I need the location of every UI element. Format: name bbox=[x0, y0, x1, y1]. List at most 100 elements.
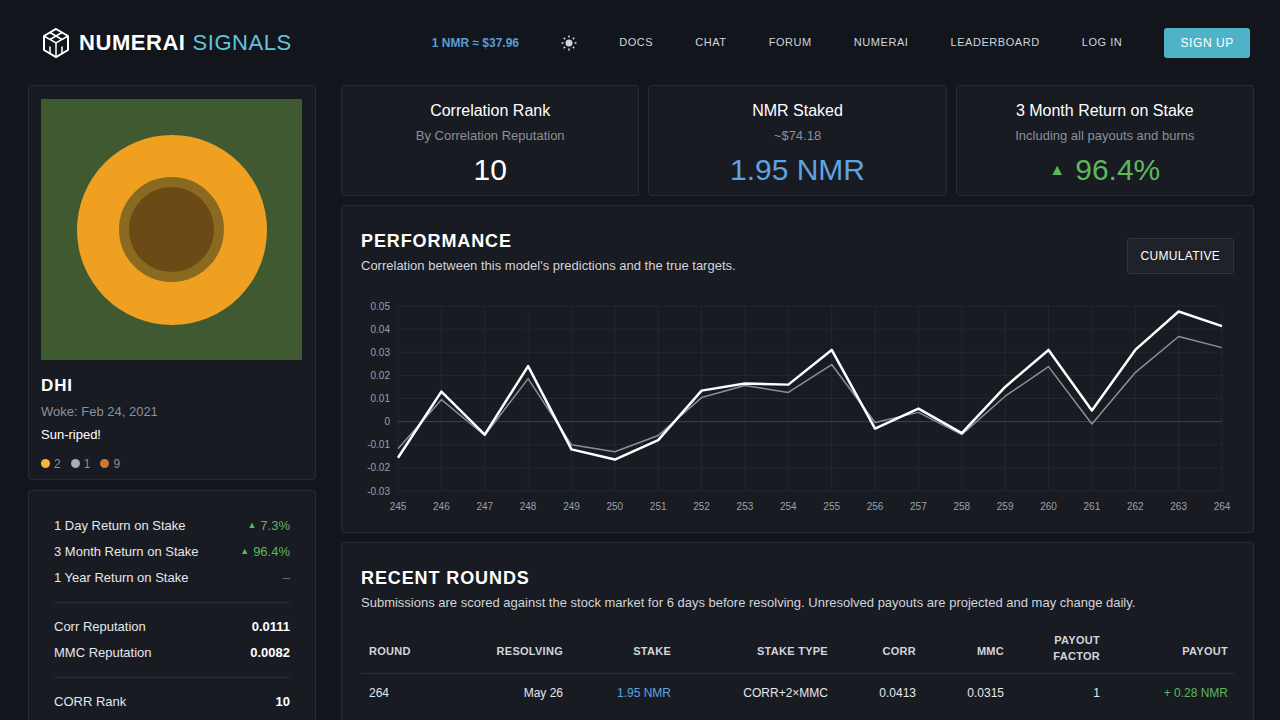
performance-header: PERFORMANCECorrelation between this mode… bbox=[361, 230, 1234, 276]
x-tick: 249 bbox=[563, 501, 580, 512]
medal-dot bbox=[100, 459, 109, 468]
theme-toggle[interactable] bbox=[561, 35, 577, 51]
x-tick: 258 bbox=[953, 501, 970, 512]
summary-subtitle: By Correlation Reputation bbox=[416, 126, 565, 146]
summary-title: NMR Staked bbox=[752, 99, 843, 123]
table-cell: 1.95 NMR bbox=[563, 680, 671, 704]
summary-value: 1.95 NMR bbox=[730, 152, 865, 188]
grid-line bbox=[398, 305, 1222, 306]
table-cell: May 26 bbox=[441, 680, 563, 704]
summary-subtitle: ~$74.18 bbox=[774, 126, 821, 146]
y-tick: 0.04 bbox=[371, 323, 391, 334]
nav-link[interactable]: NUMERAI bbox=[854, 34, 909, 51]
recent-rounds-title: RECENT ROUNDS bbox=[361, 567, 1234, 589]
grid-line bbox=[398, 421, 1222, 422]
column-header: PAYOUT FACTOR bbox=[1004, 632, 1100, 668]
medal-count: 2 bbox=[54, 455, 61, 473]
signup-button[interactable]: SIGN UP bbox=[1164, 28, 1250, 58]
up-arrow-icon: ▲ bbox=[240, 545, 249, 559]
nav-link[interactable]: CHAT bbox=[695, 34, 726, 51]
column-header: CORR bbox=[828, 638, 916, 662]
x-tick: 259 bbox=[997, 501, 1014, 512]
profile-card: DHIWoke: Feb 24, 2021Sun-riped!219 bbox=[28, 85, 316, 480]
grid-line bbox=[398, 490, 1222, 491]
logo-icon bbox=[40, 27, 72, 59]
sun-icon[interactable] bbox=[561, 35, 577, 51]
x-tick: 253 bbox=[737, 501, 754, 512]
cumulative-button[interactable]: CUMULATIVE bbox=[1127, 238, 1234, 274]
summary-value-wrap: 10 bbox=[473, 152, 506, 188]
nav-link[interactable]: LEADERBOARD bbox=[950, 34, 1039, 51]
stat-value: 0.0082 bbox=[250, 643, 290, 663]
grid-line bbox=[398, 467, 1222, 468]
grid-line bbox=[398, 328, 1222, 329]
medal-dot bbox=[41, 459, 50, 468]
column-label: STAKE bbox=[633, 643, 671, 660]
x-tick: 256 bbox=[867, 501, 884, 512]
cell-value: 0.0315 bbox=[967, 686, 1004, 700]
stat-label: CORR Rank bbox=[54, 692, 126, 712]
logo-secondary: SIGNALS bbox=[193, 26, 292, 59]
summary-value-wrap: 1.95 NMR bbox=[730, 152, 865, 188]
grid-line bbox=[398, 444, 1222, 445]
up-arrow-icon: ▲ bbox=[1049, 158, 1065, 182]
table-cell: 0.0315 bbox=[916, 680, 1004, 704]
cell-value: May 26 bbox=[524, 686, 563, 700]
summary-value: 10 bbox=[473, 152, 506, 188]
cell-value: 1.95 NMR bbox=[617, 686, 671, 700]
stat-value-wrap: ▲7.3% bbox=[247, 516, 290, 536]
logo[interactable]: NUMERAISIGNALS bbox=[40, 26, 292, 59]
nav-bar: 1 NMR ≈ $37.96DOCSCHATFORUMNUMERAILEADER… bbox=[432, 28, 1250, 58]
y-tick: -0.02 bbox=[367, 462, 390, 473]
x-tick: 251 bbox=[650, 501, 667, 512]
profile-photo bbox=[41, 99, 302, 360]
summary-row: Correlation RankBy Correlation Reputatio… bbox=[341, 85, 1254, 196]
table-cell: 0.0413 bbox=[828, 680, 916, 704]
summary-card: Correlation RankBy Correlation Reputatio… bbox=[341, 85, 639, 196]
performance-chart: 2452462472482492502512522532542552562572… bbox=[361, 296, 1241, 518]
x-tick: 264 bbox=[1214, 501, 1231, 512]
medal: 9 bbox=[100, 455, 120, 473]
table-header: ROUNDRESOLVINGSTAKESTAKE TYPECORRMMCPAYO… bbox=[361, 627, 1234, 673]
grid-line bbox=[398, 398, 1222, 399]
column-label: PAYOUT FACTOR bbox=[1036, 632, 1100, 665]
cell-value: + 0.28 NMR bbox=[1164, 686, 1228, 700]
right-column: Correlation RankBy Correlation Reputatio… bbox=[341, 85, 1254, 720]
stat-value-wrap: 10 bbox=[276, 692, 290, 712]
summary-value: 96.4% bbox=[1075, 152, 1160, 188]
y-tick: 0.05 bbox=[371, 300, 391, 311]
cell-value: CORR+2×MMC bbox=[743, 686, 828, 700]
performance-subtitle: Correlation between this model's predict… bbox=[361, 256, 736, 276]
stat-value: – bbox=[283, 568, 290, 588]
y-tick: -0.01 bbox=[367, 439, 390, 450]
column-header: ROUND bbox=[361, 638, 441, 662]
nav-link[interactable]: DOCS bbox=[619, 34, 653, 51]
stat-value-wrap: – bbox=[283, 568, 290, 588]
x-tick: 260 bbox=[1040, 501, 1057, 512]
stat-value: 10 bbox=[276, 692, 290, 712]
stat-row: MMC Reputation0.0082 bbox=[54, 640, 290, 666]
main: DHIWoke: Feb 24, 2021Sun-riped!2191 Day … bbox=[0, 85, 1280, 720]
cell-value: 0.0413 bbox=[879, 686, 916, 700]
recent-rounds-subtitle: Submissions are scored against the stock… bbox=[361, 593, 1234, 613]
nav-link[interactable]: FORUM bbox=[769, 34, 812, 51]
table-cell: 264 bbox=[361, 680, 441, 704]
x-tick: 255 bbox=[823, 501, 840, 512]
medal-dot bbox=[71, 459, 80, 468]
column-header: MMC bbox=[916, 638, 1004, 662]
summary-title: 3 Month Return on Stake bbox=[1016, 99, 1194, 123]
stat-value: 0.0111 bbox=[252, 617, 290, 637]
left-column: DHIWoke: Feb 24, 2021Sun-riped!2191 Day … bbox=[28, 85, 316, 720]
stat-value: 96.4% bbox=[253, 542, 290, 562]
medal-count: 1 bbox=[84, 455, 91, 473]
bio: Sun-riped! bbox=[41, 425, 303, 445]
stat-value-wrap: ▲ 96.4% bbox=[240, 542, 290, 562]
x-tick: 262 bbox=[1127, 501, 1144, 512]
stat-label: 1 Year Return on Stake bbox=[54, 568, 188, 588]
table-cell: CORR+2×MMC bbox=[671, 680, 828, 704]
stat-label: Corr Reputation bbox=[54, 617, 146, 637]
x-tick: 250 bbox=[606, 501, 623, 512]
stats-group: 1 Day Return on Stake▲7.3%3 Month Return… bbox=[54, 502, 290, 602]
logo-primary: NUMERAI bbox=[79, 26, 186, 59]
nav-link[interactable]: LOG IN bbox=[1082, 34, 1123, 51]
